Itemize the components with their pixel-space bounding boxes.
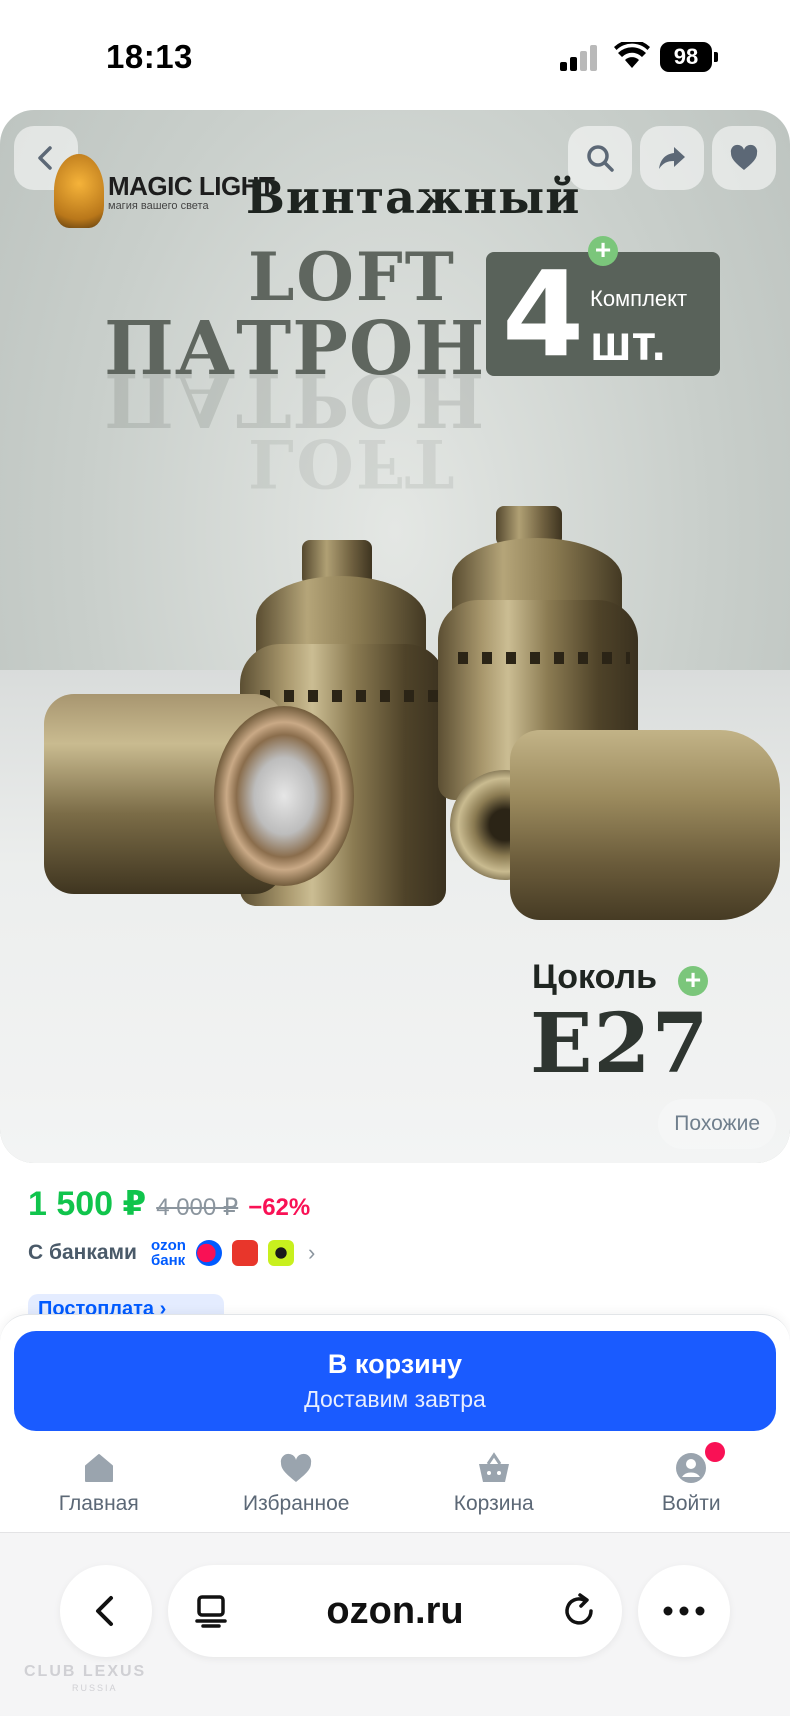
- battery-indicator: 98: [660, 42, 718, 72]
- heart-icon: [281, 1453, 312, 1482]
- kit-badge: 4 Комплект шт.: [486, 252, 720, 376]
- product-image[interactable]: MAGIC LIGHT магия вашего света Винтажный…: [0, 110, 790, 1163]
- banks-row[interactable]: С банками ozon банк ›: [28, 1238, 315, 1268]
- tab-login[interactable]: Войти: [593, 1442, 790, 1534]
- bank-icon: [267, 1240, 294, 1266]
- brand-logo: MAGIC LIGHT магия вашего света: [54, 154, 275, 228]
- base-value: E27: [530, 996, 710, 1092]
- image-title-line2: LOFT: [248, 238, 456, 316]
- cart-button-subtitle: Доставим завтра: [304, 1386, 486, 1412]
- user-icon: [676, 1453, 707, 1483]
- share-button[interactable]: [640, 126, 704, 190]
- price-discount: −62%: [248, 1194, 311, 1221]
- watermark: CLUB LEXUS: [24, 1663, 147, 1680]
- similar-button[interactable]: Похожие: [658, 1099, 776, 1149]
- more-icon: [663, 1606, 705, 1616]
- favorite-button[interactable]: [712, 126, 776, 190]
- kit-number: 4: [502, 245, 585, 383]
- tab-favorites[interactable]: Избранное: [198, 1452, 396, 1534]
- browser-menu-button[interactable]: [638, 1565, 730, 1657]
- title-reflection: LOFT: [248, 424, 456, 502]
- browser-bar: ozon.ru CLUB LEXUS RUSSIA: [0, 1532, 790, 1716]
- cellular-signal-icon: [560, 45, 600, 71]
- address-bar[interactable]: ozon.ru: [168, 1565, 622, 1657]
- status-bar: 18:13 98: [0, 0, 790, 110]
- image-title-line1: Винтажный: [246, 170, 581, 224]
- kit-unit: шт.: [590, 315, 666, 371]
- ozon-bank-logo: ozon банк: [151, 1238, 186, 1268]
- bank-icon: [195, 1240, 222, 1266]
- ozon-bank-line2: банк: [150, 1252, 186, 1269]
- reload-icon[interactable]: [560, 1592, 598, 1630]
- chevron-right-icon: ›: [307, 1240, 316, 1265]
- cart-button-title: В корзину: [327, 1349, 463, 1379]
- search-icon: [587, 145, 614, 172]
- add-to-cart-button[interactable]: В корзину Доставим завтра: [14, 1331, 776, 1431]
- bulb-icon: [54, 154, 104, 228]
- chevron-left-icon: [96, 1596, 113, 1626]
- plus-icon: +: [588, 236, 618, 266]
- tab-label: Избранное: [243, 1492, 350, 1515]
- basket-icon: [478, 1452, 509, 1482]
- heart-icon: [730, 144, 758, 170]
- tab-cart[interactable]: Корзина: [395, 1452, 593, 1534]
- tab-label: Корзина: [453, 1492, 534, 1515]
- tab-label: Войти: [661, 1492, 721, 1515]
- bank-icon: [231, 1240, 258, 1266]
- share-icon: [659, 147, 685, 169]
- banks-label: С банками: [28, 1241, 137, 1264]
- tab-bar: Главная Избранное Корзина Войти: [0, 1442, 790, 1534]
- wifi-icon: [614, 42, 650, 68]
- price-old: 4 000 ₽: [156, 1194, 239, 1221]
- tab-label: Главная: [58, 1492, 139, 1515]
- status-time: 18:13: [106, 38, 193, 75]
- socket-illustration: [450, 730, 780, 930]
- url-text: ozon.ru: [326, 1590, 464, 1632]
- socket-illustration: [14, 684, 354, 904]
- watermark-sub: RUSSIA: [72, 1683, 118, 1693]
- price-row: 1 500 ₽ 4 000 ₽ −62%: [28, 1184, 310, 1224]
- browser-back-button[interactable]: [60, 1565, 152, 1657]
- plus-icon: +: [678, 966, 708, 996]
- home-icon: [84, 1454, 113, 1482]
- notification-dot: [704, 1442, 725, 1462]
- price-current: 1 500 ₽: [28, 1185, 147, 1223]
- kit-label: Комплект: [590, 286, 688, 311]
- base-label: Цоколь: [532, 958, 658, 996]
- tab-home[interactable]: Главная: [0, 1452, 198, 1534]
